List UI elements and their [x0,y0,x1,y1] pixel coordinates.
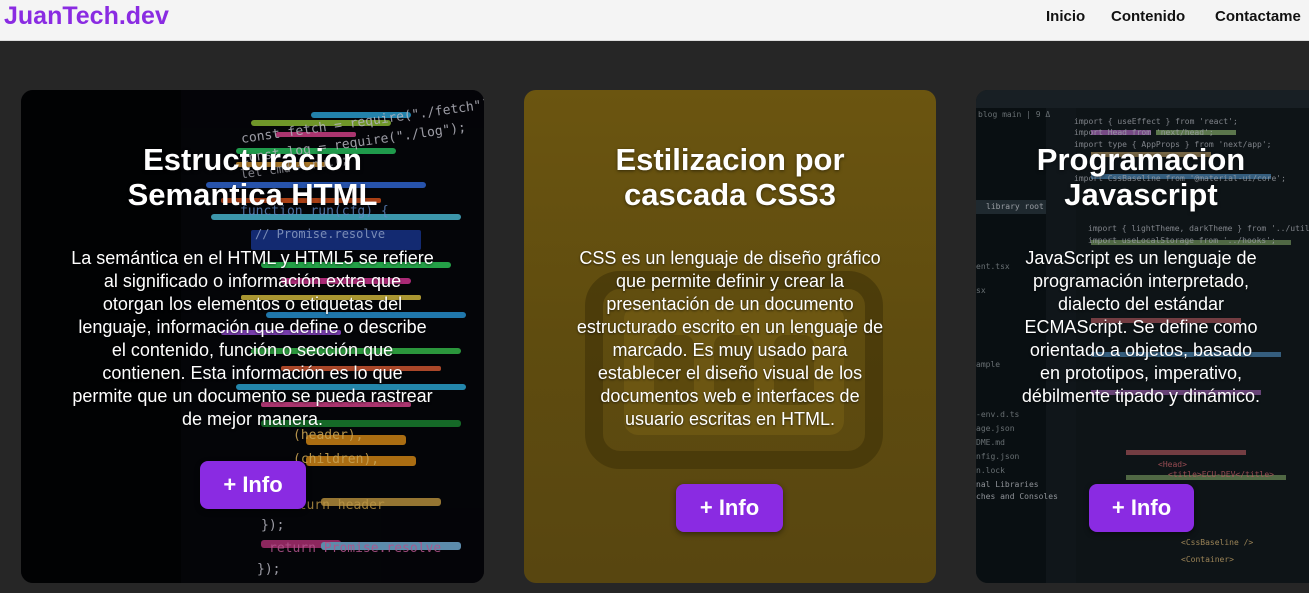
card-css-description: CSS es un lenguaje de diseño gráfico que… [576,248,884,429]
card-css-title-line2: cascada CSS3 [624,177,836,212]
card-css-title-line1: Estilizacion por [615,142,845,177]
nav-link-contenido[interactable]: Contenido [1111,8,1185,25]
card-javascript-content: Programacion Javascript JavaScript es un… [976,90,1309,583]
card-css: Estilizacion por cascada CSS3 CSS es un … [524,90,936,583]
brand-logo[interactable]: JuanTech.dev [4,2,169,31]
card-css-content: Estilizacion por cascada CSS3 CSS es un … [524,90,936,583]
card-css-title: Estilizacion por cascada CSS3 [554,142,906,212]
navbar: JuanTech.dev Inicio Contenido Contactame [0,0,1309,41]
card-html-title-line1: Estructuracion [143,142,362,177]
card-html-title: Estructuracion Semantica HTML [61,142,444,212]
card-javascript-info-button[interactable]: + Info [1089,484,1194,532]
card-html-content: Estructuracion Semantica HTML La semánti… [21,90,484,583]
card-html-description: La semántica en el HTML y HTML5 se refie… [71,248,434,429]
card-javascript: import { useEffect } from 'react'; impor… [976,90,1309,583]
card-javascript-description: JavaScript es un lenguaje de programació… [1021,248,1261,406]
card-javascript-title-line1: Programacion [1036,142,1246,177]
nav-link-contactame[interactable]: Contactame [1215,8,1301,25]
card-javascript-title-line2: Javascript [1064,177,1218,212]
card-html-title-line2: Semantica HTML [127,177,378,212]
card-html-info-button[interactable]: + Info [200,461,306,509]
card-html: const fetch = require("./fetch"); const … [21,90,484,583]
nav-link-inicio[interactable]: Inicio [1046,8,1085,25]
card-css-info-button[interactable]: + Info [676,484,783,532]
card-javascript-title: Programacion Javascript [1016,142,1266,212]
